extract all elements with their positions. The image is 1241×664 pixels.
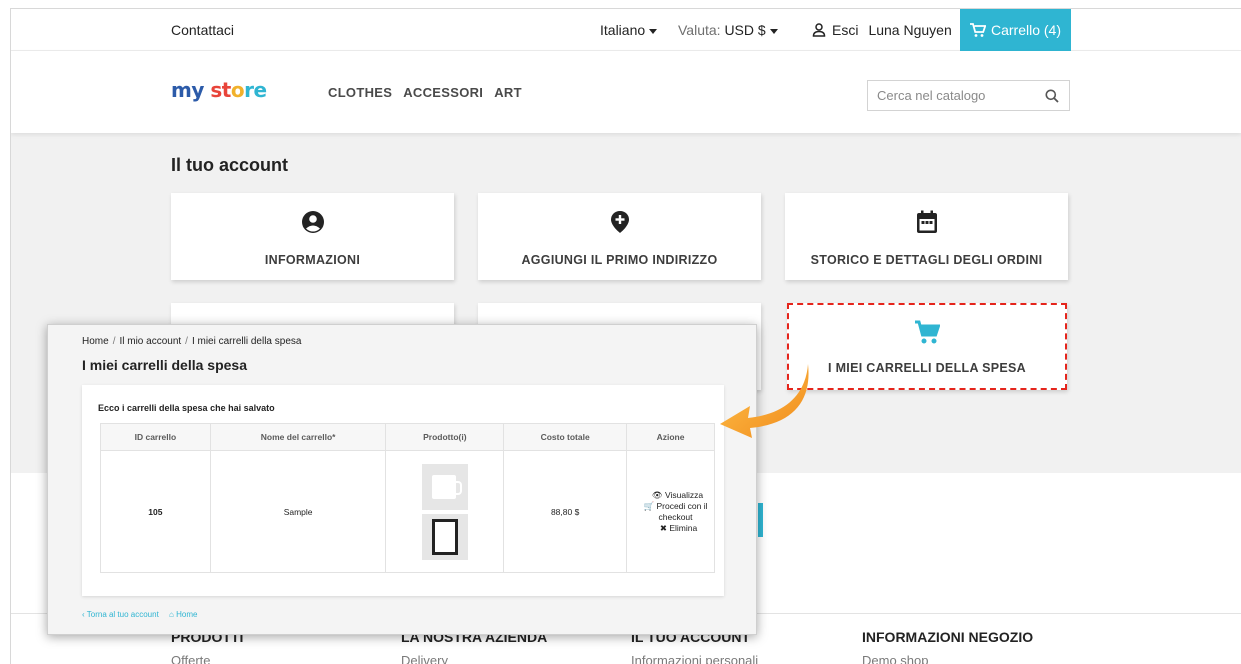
view-action[interactable]: 👁 Visualizza: [637, 490, 714, 501]
user-icon: [812, 23, 826, 37]
store-logo[interactable]: my store: [171, 78, 267, 102]
search-icon[interactable]: [1045, 89, 1059, 103]
tile-label: INFORMAZIONI: [264, 253, 361, 267]
checkout-action-cont[interactable]: checkout: [637, 512, 714, 523]
user-circle-icon: [301, 211, 324, 233]
breadcrumb-current: I miei carrelli della spesa: [191, 336, 302, 347]
nav-item-art[interactable]: ART: [494, 85, 522, 100]
site-header: my store CLOTHES ACCESSORI ART Cerca nel…: [11, 51, 1241, 133]
tile-order-history[interactable]: STORICO E DETTAGLI DEGLI ORDINI: [785, 193, 1068, 280]
user-name[interactable]: Luna Nguyen: [868, 22, 951, 38]
cart-products: [385, 450, 505, 573]
nav-item-clothes[interactable]: CLOTHES: [328, 85, 392, 100]
currency-value: USD $: [724, 22, 766, 38]
add-location-icon: [610, 211, 629, 233]
delete-action[interactable]: ✖ Elimina: [637, 523, 714, 534]
col-total: Costo totale: [503, 423, 627, 451]
footer-heading: INFORMAZIONI NEGOZIO: [862, 629, 1034, 645]
search-placeholder: Cerca nel catalogo: [877, 88, 986, 103]
top-bar: Contattaci Italiano Valuta: USD $ Esci L…: [11, 9, 1241, 51]
overlay-title: I miei carrelli della spesa: [82, 357, 247, 373]
user-area: Esci Luna Nguyen: [812, 22, 952, 38]
currency-selector[interactable]: Valuta: USD $: [678, 22, 778, 38]
language-selector[interactable]: Italiano: [600, 22, 658, 38]
chevron-down-icon: [769, 28, 778, 34]
card-title: Ecco i carrelli della spesa che hai salv…: [98, 403, 275, 413]
col-cart-name: Nome del carrello*: [209, 423, 387, 451]
calendar-icon: [916, 210, 937, 233]
tile-my-carts[interactable]: I MIEI CARRELLI DELLA SPESA: [787, 303, 1067, 390]
cart-label: Carrello (4): [990, 22, 1061, 38]
chevron-down-icon: [649, 28, 658, 34]
tile-label: STORICO E DETTAGLI DEGLI ORDINI: [810, 253, 1043, 267]
footer-link[interactable]: Informazioni personali: [631, 653, 758, 664]
product-thumb-mug[interactable]: [421, 463, 468, 510]
close-icon: ✖: [659, 522, 667, 533]
tile-add-address[interactable]: AGGIUNGI IL PRIMO INDIRIZZO: [478, 193, 761, 280]
overlay-footer-links: ‹ Torna al tuo account ⌂ Home: [82, 610, 197, 619]
cart-icon: 🛒: [643, 500, 655, 511]
tile-informazioni[interactable]: INFORMAZIONI: [171, 193, 454, 280]
tile-label: AGGIUNGI IL PRIMO INDIRIZZO: [521, 253, 718, 267]
col-action: Azione: [626, 423, 715, 451]
checkout-action[interactable]: 🛒 Procedi con il: [637, 501, 714, 512]
main-nav: CLOTHES ACCESSORI ART: [328, 85, 522, 100]
saved-carts-card: Ecco i carrelli della spesa che hai salv…: [82, 385, 724, 596]
tile-label: I MIEI CARRELLI DELLA SPESA: [828, 361, 1026, 375]
callout-arrow-icon: [720, 364, 809, 438]
chevron-left-icon: ‹: [82, 610, 85, 619]
newsletter-button-edge[interactable]: [758, 503, 763, 537]
footer-link[interactable]: Offerte: [171, 653, 243, 664]
shopping-cart-icon: [915, 320, 940, 344]
saved-carts-preview: Home / Il mio account / I miei carrelli dell…: [47, 324, 757, 635]
cart-icon: [969, 22, 986, 37]
search-input[interactable]: Cerca nel catalogo: [867, 80, 1070, 111]
breadcrumb: Home / Il mio account / I miei carrelli dell…: [82, 336, 302, 347]
eye-icon: 👁: [651, 489, 663, 500]
home-link[interactable]: Home: [176, 610, 197, 619]
breadcrumb-account[interactable]: Il mio account: [119, 336, 181, 347]
footer-text: Demo shop: [862, 653, 929, 664]
cart-button[interactable]: Carrello (4): [960, 9, 1071, 51]
home-icon: ⌂: [169, 610, 174, 619]
saved-carts-table: ID carrello Nome del carrello* Prodotto(…: [100, 423, 715, 573]
col-products: Prodotto(i): [385, 423, 505, 451]
footer-link[interactable]: Delivery: [401, 653, 547, 664]
currency-label: Valuta:: [678, 22, 721, 38]
table-header-row: ID carrello Nome del carrello* Prodotto(…: [100, 423, 715, 451]
language-label: Italiano: [600, 22, 646, 38]
contact-link[interactable]: Contattaci: [171, 22, 234, 38]
cart-actions: 👁 Visualizza 🛒 Procedi con il checkout ✖…: [626, 450, 715, 573]
cart-name: Sample: [209, 450, 387, 573]
cart-id: 105: [100, 450, 211, 573]
cart-total: 88,80 $: [503, 450, 627, 573]
col-cart-id: ID carrello: [100, 423, 211, 451]
product-thumb-poster[interactable]: [421, 513, 468, 560]
logout-link[interactable]: Esci: [832, 22, 858, 38]
table-row: 105 Sample 88,80 $ 👁 Visualizza 🛒 Proced…: [100, 450, 715, 573]
footer-col-store-info: INFORMAZIONI NEGOZIO Demo shop: [862, 629, 1033, 664]
nav-item-accessori[interactable]: ACCESSORI: [403, 85, 483, 100]
back-to-account-link[interactable]: Torna al tuo account: [87, 610, 159, 619]
page-title: Il tuo account: [171, 155, 288, 175]
breadcrumb-home[interactable]: Home: [82, 336, 109, 347]
